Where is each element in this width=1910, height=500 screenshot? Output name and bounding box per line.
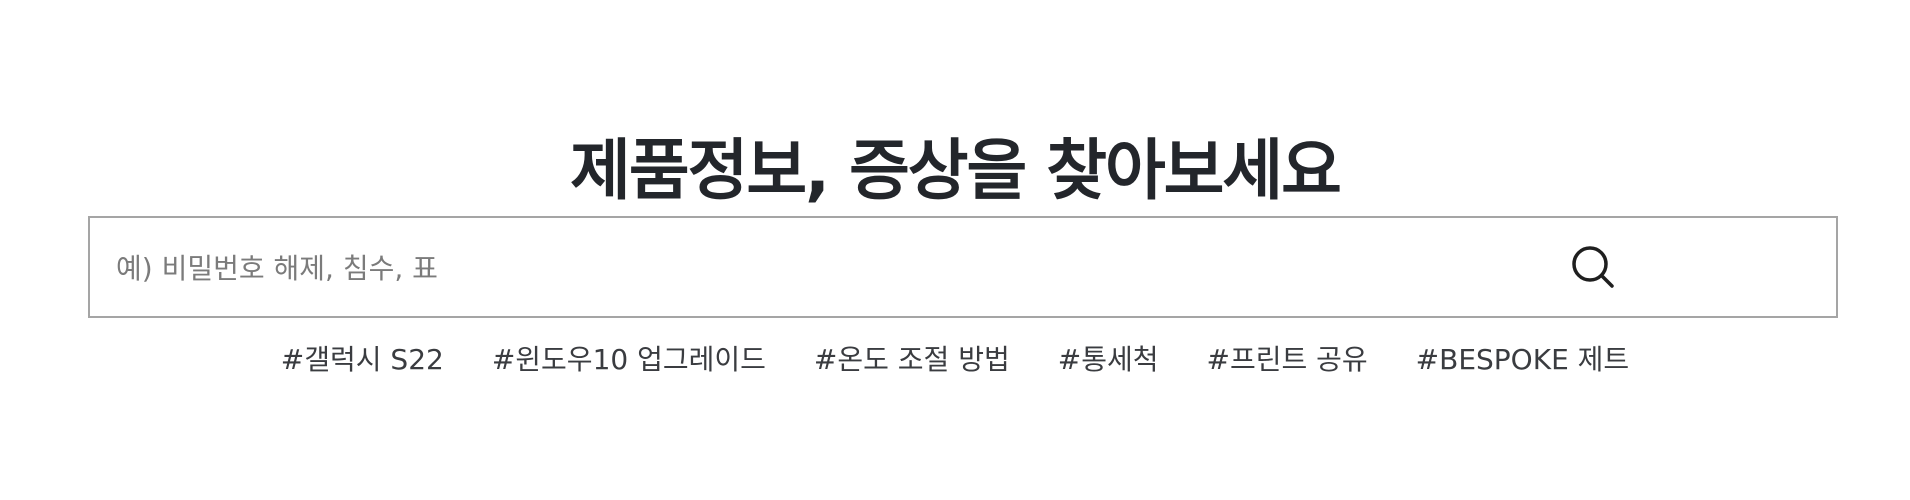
search-icon <box>1572 246 1614 288</box>
page-title: 제품정보, 증상을 찾아보세요 <box>570 132 1342 210</box>
keyword-tag-galaxy-s22[interactable]: #갤럭시 S22 <box>281 340 444 380</box>
keyword-tag-temperature-control[interactable]: #온도 조절 방법 <box>814 340 1010 380</box>
keyword-tag-print-share[interactable]: #프린트 공유 <box>1206 340 1367 380</box>
keyword-tag-bespoke-jet[interactable]: #BESPOKE 제트 <box>1416 340 1630 380</box>
search-bar <box>88 216 1838 318</box>
keyword-tag-windows10-upgrade[interactable]: #윈도우10 업그레이드 <box>492 340 766 380</box>
popular-keywords: #갤럭시 S22 #윈도우10 업그레이드 #온도 조절 방법 #통세척 #프린… <box>0 340 1910 380</box>
search-button[interactable] <box>1564 238 1624 298</box>
keyword-tag-drum-cleaning[interactable]: #통세척 <box>1058 340 1159 380</box>
search-input[interactable] <box>116 240 506 296</box>
